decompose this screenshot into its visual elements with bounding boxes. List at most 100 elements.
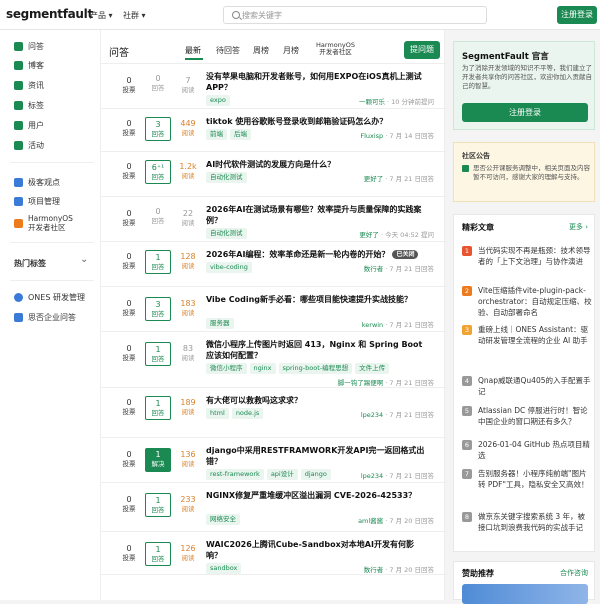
question-row[interactable]: 0 投票 3 回答 183 阅读 Vibe Coding新手必看：哪些项目能快速提升实战技能…: [101, 287, 446, 332]
sidebar-item-news[interactable]: 资讯: [14, 80, 44, 91]
featured-article-item[interactable]: 8 做京东关键字搜索系统 3 年，被接口坑到浪费我代码的实战手记: [462, 511, 592, 533]
author-link[interactable]: 一颗可乐: [359, 98, 385, 106]
tag[interactable]: html: [206, 408, 229, 419]
nav-community-menu[interactable]: 社群 ▾: [123, 10, 146, 21]
sidebar-item-users[interactable]: 用户: [14, 120, 44, 131]
tag[interactable]: 自动化测试: [206, 228, 247, 239]
notice-card: 社区公告 思否公开课服务调整中，相关页面及内容暂不可访问，感谢大家的理解与支持。: [453, 142, 595, 202]
tag[interactable]: 微信小程序: [206, 363, 247, 374]
enterprise-icon: [14, 313, 23, 322]
notice-item[interactable]: 思否公开课服务调整中，相关页面及内容暂不可访问，感谢大家的理解与支持。: [462, 164, 592, 182]
tag[interactable]: 自动化测试: [206, 172, 247, 183]
tag[interactable]: node.js: [231, 408, 264, 419]
featured-article-item[interactable]: 7 告别服务器！小程序纯前端"图片转 PDF"工具，隐私安全又高效！: [462, 468, 592, 490]
tag[interactable]: 服务器: [206, 318, 234, 329]
sidebar-divider: [10, 162, 94, 163]
tag[interactable]: spring-boot-编程思想: [278, 363, 353, 374]
question-title[interactable]: 微信小程序上传图片时返回 413，Nginx 和 Spring Boot 应该如…: [206, 339, 426, 361]
tag[interactable]: 后端: [230, 129, 251, 140]
tag[interactable]: api设计: [266, 469, 298, 480]
author-link[interactable]: 数行者: [364, 265, 384, 273]
tag[interactable]: vibe-coding: [206, 262, 252, 273]
tag[interactable]: 网络安全: [206, 514, 240, 525]
question-title[interactable]: 没有苹果电脑和开发者账号，如何用EXPO在iOS真机上测试APP？: [206, 71, 426, 93]
answer-count: 0 回答: [151, 74, 165, 92]
featured-article-item[interactable]: 2 Vite压缩插件vite-plugin-pack-orchestrator：自…: [462, 285, 592, 318]
rank-badge: 1: [462, 246, 472, 256]
sponsor-contact-link[interactable]: 合作咨询: [560, 568, 588, 578]
author-link[interactable]: lpe234: [361, 411, 383, 419]
question-time: · 今天 04:52 提问: [378, 231, 434, 239]
search-input[interactable]: 搜索关键字: [223, 6, 487, 24]
tag[interactable]: rest-framework: [206, 469, 264, 480]
sidebar-item-ones[interactable]: ONES 研发管理: [14, 292, 85, 303]
chevron-down-icon[interactable]: ⌄: [80, 254, 88, 265]
question-title[interactable]: 有大佬可以救救吗这求求？: [206, 395, 426, 406]
nav-products-menu[interactable]: 产品 ▾: [90, 10, 113, 21]
sidebar-item-geek-views[interactable]: 极客观点: [14, 177, 60, 188]
author-link[interactable]: 脚一钩了踢便啊: [338, 379, 384, 387]
question-row[interactable]: 0 投票 0 回答 7 阅读 没有苹果电脑和开发者账号，如何用EXPO在iOS真机上测试AP…: [101, 64, 446, 109]
sidebar-item-enterprise-qa[interactable]: 思否企业问答: [14, 312, 76, 323]
featured-article-item[interactable]: 3 重磅上线｜ONES Assistant：驱动研发管理全流程的企业 AI 助手: [462, 324, 592, 346]
question-row[interactable]: 0 投票 3 回答 449 阅读 tiktok 使用谷歌账号登录收到邮箱验证码怎么办？ 前端后…: [101, 109, 446, 152]
sidebar-item-tags[interactable]: 标签: [14, 100, 44, 111]
featured-article-item[interactable]: 5 Atlassian DC 停服进行时！智论中国企业的窗口期还有多久？: [462, 405, 592, 427]
hot-tags-heading[interactable]: 热门标签: [14, 258, 46, 269]
tag[interactable]: nginx: [249, 363, 276, 374]
rail-signup-button[interactable]: 注册登录: [462, 103, 588, 122]
tab-unanswered[interactable]: 待回答: [216, 45, 240, 56]
author-link[interactable]: 数行者: [364, 566, 384, 574]
tag[interactable]: 前端: [206, 129, 227, 140]
question-row[interactable]: 0 投票 0 回答 22 阅读 2026年AI在测试场景有哪些？效率提升与质量保障的实践案例…: [101, 197, 446, 242]
sponsor-banner[interactable]: [462, 584, 588, 604]
vote-count: 0 投票: [122, 252, 136, 270]
tab-monthly[interactable]: 月榜: [283, 45, 299, 56]
tag[interactable]: django: [300, 469, 331, 480]
site-logo[interactable]: segmentfault: [6, 7, 93, 21]
question-row[interactable]: 0 投票 6⁺¹ 回答 1.2k 阅读 AI时代软件测试的发展方向是什么？ 自动化测试 更好了 …: [101, 152, 446, 197]
question-row[interactable]: 0 投票 1 解决 136 阅读 django中采用RESTFRAMWORK开发API完一返…: [101, 438, 446, 483]
author-link[interactable]: kerwin: [362, 321, 383, 329]
signup-button[interactable]: 注册登录: [557, 6, 597, 24]
ask-question-button[interactable]: 提问题: [404, 41, 440, 59]
question-row[interactable]: 0 投票 1 回答 189 阅读 有大佬可以救救吗这求求？ html node.js lpe234…: [101, 388, 446, 438]
featured-article-item[interactable]: 4 Qnap威联通Qu405的入手配置手记: [462, 375, 592, 397]
question-title[interactable]: 2026年AI编程：效率革命还是新一轮内卷的开始？ 已关闭: [206, 249, 426, 260]
tag-list: 微信小程序 nginx spring-boot-编程思想 文件上传: [206, 363, 390, 374]
featured-article-item[interactable]: 6 2026-01-04 GitHub 热点项目精选: [462, 439, 592, 461]
question-title[interactable]: 2026年AI在测试场景有哪些？效率提升与质量保障的实践案例？: [206, 204, 426, 226]
sidebar-item-events[interactable]: 活动: [14, 140, 44, 151]
sidebar-item-blog[interactable]: 博客: [14, 60, 44, 71]
author-link[interactable]: aml酱酱: [358, 517, 383, 525]
featured-article-title: Vite压缩插件vite-plugin-pack-orchestrator：自动…: [478, 286, 592, 317]
question-row[interactable]: 0 投票 1 回答 126 阅读 WAIC2026上腾讯Cube-Sandbox对本地AI开…: [101, 532, 446, 575]
question-title[interactable]: WAIC2026上腾讯Cube-Sandbox对本地AI开发有何影响？: [206, 539, 426, 561]
sidebar-item-qa[interactable]: 问答: [14, 41, 44, 52]
tag[interactable]: sandbox: [206, 563, 242, 574]
sidebar-item-harmonyos[interactable]: HarmonyOS 开发者社区: [14, 214, 73, 232]
question-row[interactable]: 0 投票 1 回答 128 阅读 2026年AI编程：效率革命还是新一轮内卷的开始？ 已关闭 v…: [101, 242, 446, 287]
question-row[interactable]: 0 投票 1 回答 233 阅读 NGINX修复严重堆缓冲区溢出漏洞 CVE-2026-42…: [101, 483, 446, 532]
tag[interactable]: expo: [206, 95, 230, 106]
question-row[interactable]: 0 投票 1 回答 83 阅读 微信小程序上传图片时返回 413，Nginx 和 Sprin…: [101, 332, 446, 388]
author-link[interactable]: lpe234: [361, 472, 383, 480]
tab-weekly[interactable]: 周榜: [253, 45, 269, 56]
question-title[interactable]: NGINX修复严重堆缓冲区溢出漏洞 CVE-2026-42533？: [206, 490, 426, 501]
featured-article-item[interactable]: 1 当代码实现不再是瓶颈：技术领导者的「上下文治理」与协作演进: [462, 245, 592, 267]
question-title[interactable]: Vibe Coding新手必看：哪些项目能快速提升实战技能？: [206, 294, 426, 305]
question-title[interactable]: AI时代软件测试的发展方向是什么？: [206, 159, 426, 170]
sidebar-item-project-mgmt[interactable]: 项目管理: [14, 196, 60, 207]
question-meta: 一颗可乐 · 10 分钟前提问: [359, 96, 434, 106]
author-link[interactable]: Fluxisp: [360, 132, 383, 140]
tag[interactable]: 文件上传: [355, 363, 390, 374]
author-link[interactable]: 更好了: [364, 175, 384, 183]
question-title[interactable]: django中采用RESTFRAMWORK开发API完一返回格式出错？: [206, 445, 426, 467]
author-link[interactable]: 更好了: [359, 231, 379, 239]
question-title[interactable]: tiktok 使用谷歌账号登录收到邮箱验证码怎么办？: [206, 116, 426, 127]
tab-harmonyos[interactable]: HarmonyOS 开发者社区: [316, 42, 355, 56]
top-header: segmentfault 产品 ▾ 社群 ▾ 搜索关键字 注册登录: [0, 0, 600, 30]
tab-latest[interactable]: 最新: [185, 45, 201, 56]
project-icon: [14, 197, 23, 206]
featured-more-link[interactable]: 更多 ›: [569, 222, 588, 232]
